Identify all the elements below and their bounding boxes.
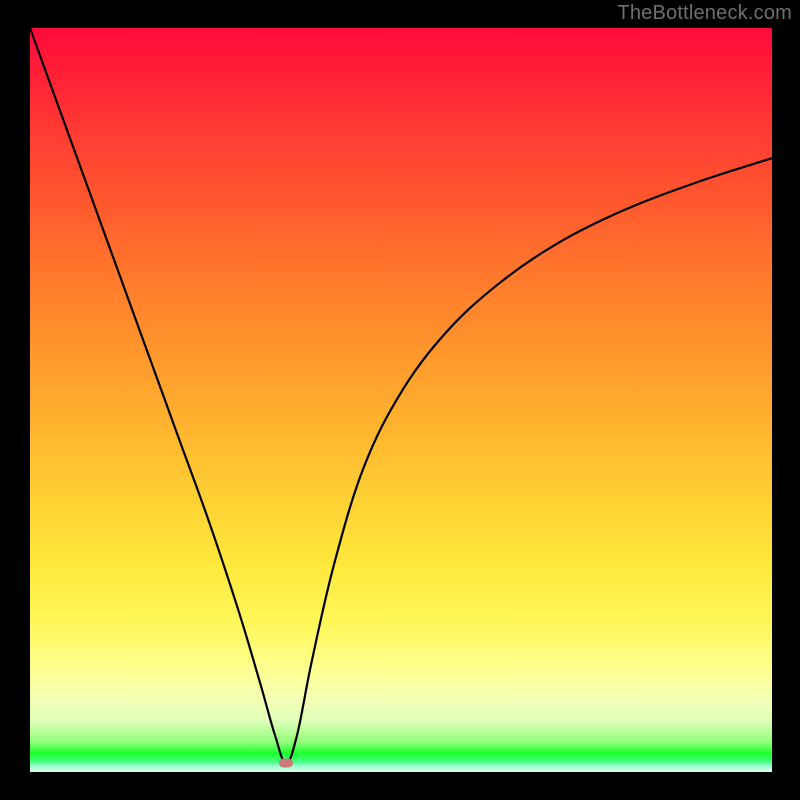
minimum-marker bbox=[279, 759, 293, 768]
watermark-text: TheBottleneck.com bbox=[617, 2, 792, 25]
chart-frame: TheBottleneck.com bbox=[0, 0, 800, 800]
plot-area bbox=[30, 28, 772, 772]
bottleneck-curve bbox=[30, 28, 772, 772]
